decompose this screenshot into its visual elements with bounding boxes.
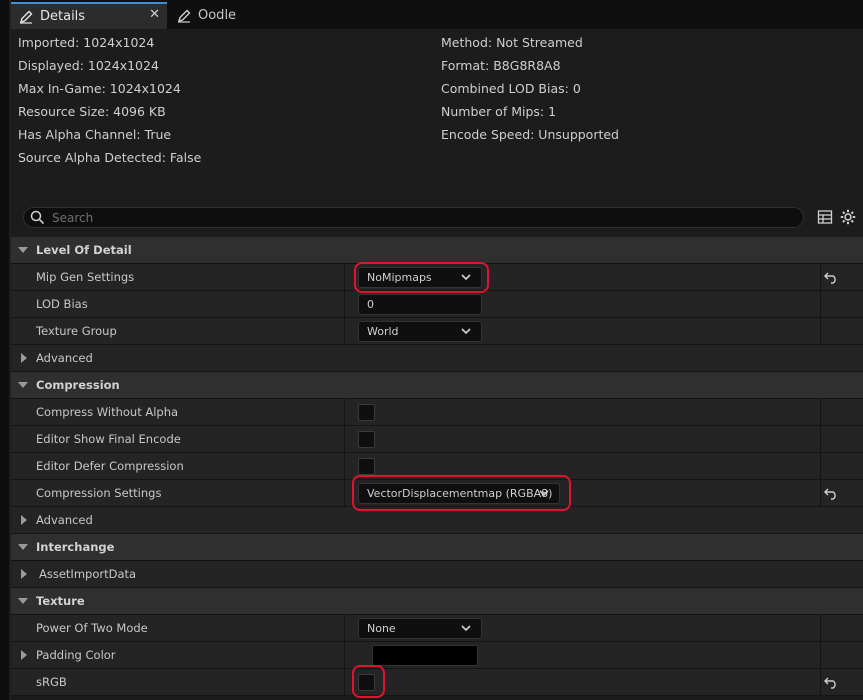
- imported-info: Imported: 1024x1024: [18, 35, 155, 50]
- has-alpha-info: Has Alpha Channel: True: [18, 127, 172, 142]
- property-row-asset-import-data[interactable]: AssetImportData: [11, 561, 863, 588]
- compression-settings-dropdown[interactable]: VectorDisplacementmap (RGBA8): [358, 483, 560, 504]
- padding-color-swatch[interactable]: [372, 645, 478, 666]
- power-of-two-mode-dropdown[interactable]: None: [358, 618, 482, 639]
- chevron-down-icon: [461, 328, 471, 335]
- dropdown-value: World: [367, 325, 399, 338]
- texture-group-dropdown[interactable]: World: [358, 321, 482, 342]
- expand-arrow-icon[interactable]: [21, 353, 27, 363]
- category-title: Texture: [36, 594, 85, 608]
- category-title: Level Of Detail: [36, 243, 132, 257]
- chevron-down-icon: [461, 625, 471, 632]
- property-row-editor-show-final-encode: Editor Show Final Encode: [11, 426, 863, 453]
- reset-to-default-icon[interactable]: [824, 487, 838, 500]
- expand-arrow-icon[interactable]: [18, 544, 28, 550]
- reset-to-default-icon[interactable]: [824, 271, 838, 284]
- expand-arrow-icon[interactable]: [18, 382, 28, 388]
- close-icon[interactable]: ✕: [149, 7, 160, 22]
- property-label: Compress Without Alpha: [36, 405, 179, 419]
- property-row-texture-group: Texture Group World: [11, 318, 863, 345]
- lod-bias-input[interactable]: 0: [358, 294, 482, 315]
- search-bar-area: [11, 199, 863, 237]
- category-interchange[interactable]: Interchange: [11, 534, 863, 561]
- format-info: Format: B8G8R8A8: [441, 58, 561, 73]
- pencil-icon: [19, 10, 33, 24]
- mips-info: Number of Mips: 1: [441, 104, 557, 119]
- property-row-compression-settings: Compression Settings VectorDisplacementm…: [11, 480, 863, 507]
- settings-gear-icon[interactable]: [840, 209, 856, 225]
- tab-oodle[interactable]: Oodle: [169, 2, 289, 29]
- tab-details[interactable]: Details ✕: [11, 2, 167, 29]
- category-compression[interactable]: Compression: [11, 372, 863, 399]
- expand-arrow-icon[interactable]: [21, 569, 27, 579]
- srgb-checkbox[interactable]: [358, 674, 375, 691]
- search-input[interactable]: [52, 210, 752, 225]
- tab-oodle-label: Oodle: [198, 8, 237, 23]
- compress-without-alpha-checkbox[interactable]: [358, 404, 375, 421]
- property-label: Power Of Two Mode: [36, 621, 148, 635]
- table-view-icon[interactable]: [817, 209, 833, 225]
- property-label: LOD Bias: [36, 297, 88, 311]
- category-title: Compression: [36, 378, 120, 392]
- chevron-down-icon: [539, 490, 549, 497]
- property-row-lod-bias: LOD Bias 0: [11, 291, 863, 318]
- search-icon: [30, 210, 45, 225]
- source-alpha-info: Source Alpha Detected: False: [18, 150, 202, 165]
- pencil-icon: [177, 9, 191, 23]
- property-label: sRGB: [36, 675, 67, 689]
- category-texture[interactable]: Texture: [11, 588, 863, 615]
- property-row-srgb: sRGB: [11, 669, 863, 696]
- dropdown-value: None: [367, 622, 396, 635]
- search-box: [23, 207, 804, 228]
- texture-info-panel: Imported: 1024x1024 Displayed: 1024x1024…: [11, 29, 863, 199]
- max-in-game-info: Max In-Game: 1024x1024: [18, 81, 181, 96]
- lod-bias-info: Combined LOD Bias: 0: [441, 81, 581, 96]
- property-label: Advanced: [36, 351, 93, 365]
- left-gutter: [0, 0, 11, 700]
- property-label: AssetImportData: [39, 567, 137, 581]
- property-label: Advanced: [36, 513, 93, 527]
- category-title: Interchange: [36, 540, 115, 554]
- dropdown-value: VectorDisplacementmap (RGBA8): [367, 487, 553, 500]
- editor-defer-compression-checkbox[interactable]: [358, 458, 375, 475]
- expand-arrow-icon[interactable]: [18, 598, 28, 604]
- property-label: Editor Show Final Encode: [36, 432, 181, 446]
- property-row-padding-color: Padding Color: [11, 642, 863, 669]
- encode-speed-info: Encode Speed: Unsupported: [441, 127, 619, 142]
- tab-bar: Details ✕ Oodle: [11, 0, 863, 29]
- property-row-compress-without-alpha: Compress Without Alpha: [11, 399, 863, 426]
- property-label: Padding Color: [36, 648, 116, 662]
- dropdown-value: NoMipmaps: [367, 271, 432, 284]
- property-label: Mip Gen Settings: [36, 270, 135, 284]
- property-label: Texture Group: [36, 324, 117, 338]
- method-info: Method: Not Streamed: [441, 35, 583, 50]
- property-row-lod-advanced[interactable]: Advanced: [11, 345, 863, 372]
- property-row-power-of-two-mode: Power Of Two Mode None: [11, 615, 863, 642]
- expand-arrow-icon[interactable]: [21, 650, 27, 660]
- category-level-of-detail[interactable]: Level Of Detail: [11, 237, 863, 264]
- property-row-compression-advanced[interactable]: Advanced: [11, 507, 863, 534]
- reset-to-default-icon[interactable]: [824, 676, 838, 689]
- details-property-grid: Level Of Detail Mip Gen Settings NoMipma…: [11, 237, 863, 700]
- editor-show-final-encode-checkbox[interactable]: [358, 431, 375, 448]
- property-label: Compression Settings: [36, 486, 162, 500]
- resource-size-info: Resource Size: 4096 KB: [18, 104, 166, 119]
- expand-arrow-icon[interactable]: [18, 247, 28, 253]
- displayed-info: Displayed: 1024x1024: [18, 58, 159, 73]
- chevron-down-icon: [461, 274, 471, 281]
- mip-gen-settings-dropdown[interactable]: NoMipmaps: [358, 267, 482, 288]
- property-row-editor-defer-compression: Editor Defer Compression: [11, 453, 863, 480]
- property-row-mip-gen-settings: Mip Gen Settings NoMipmaps: [11, 264, 863, 291]
- expand-arrow-icon[interactable]: [21, 515, 27, 525]
- property-label: Editor Defer Compression: [36, 459, 184, 473]
- tab-details-label: Details: [40, 9, 86, 24]
